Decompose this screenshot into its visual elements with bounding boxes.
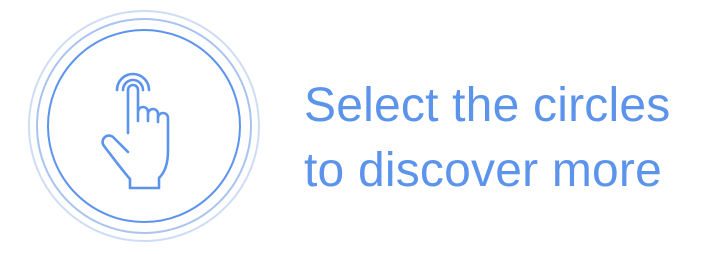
tap-target-graphic <box>28 10 260 242</box>
hint-line-1: Select the circles <box>304 79 671 132</box>
tap-hint-banner: Select the circles to discover more <box>0 0 708 254</box>
middle-ring <box>36 18 252 234</box>
hint-line-2: to discover more <box>304 144 662 198</box>
tap-hand-icon <box>101 72 170 190</box>
hint-message: Select the circles to discover more <box>304 73 704 204</box>
inner-ring <box>47 29 241 223</box>
outer-ring <box>28 10 260 242</box>
tap-target-rings[interactable] <box>26 8 262 244</box>
